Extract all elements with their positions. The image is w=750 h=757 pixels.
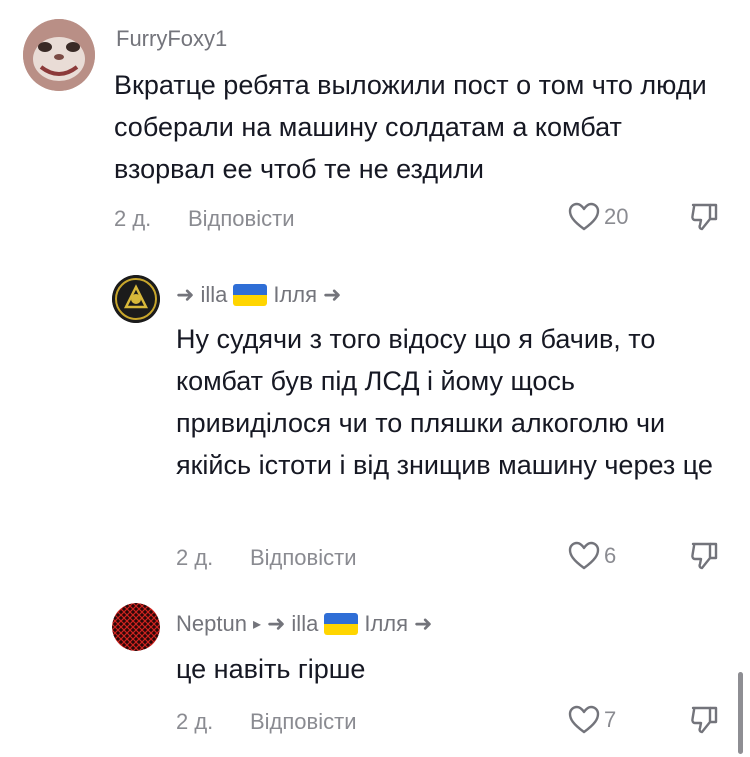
reply-to-display-name: Ілля (364, 611, 409, 636)
scrollbar[interactable] (738, 672, 743, 754)
thumbs-down-outline-icon (691, 203, 718, 231)
heart-outline-icon (568, 541, 600, 570)
thumbs-down-outline-icon (691, 542, 718, 570)
like-button[interactable]: 6 (568, 541, 616, 571)
comment-date: 2 д. (114, 206, 152, 231)
reply-button[interactable]: Відповісти (188, 206, 295, 232)
dislike-button[interactable] (689, 705, 719, 740)
username-text[interactable]: Neptun (176, 611, 247, 637)
like-count: 6 (604, 543, 617, 568)
comment-text: Ну судячи з того відосу що я бачив, то к… (176, 324, 713, 480)
arrow-icon: ➜ (266, 611, 286, 636)
avatar-furryfoxy1[interactable] (23, 19, 95, 91)
comment-username[interactable]: Neptun ▸ ➜ illa Ілля ➜ (176, 611, 432, 637)
like-button[interactable]: 20 (568, 202, 628, 232)
comment-meta: 2 д. Відповісти (114, 206, 295, 232)
display-name: Ілля (273, 282, 318, 307)
like-count: 20 (604, 204, 629, 229)
arrow-icon: ➜ (323, 282, 342, 307)
comment-date: 2 д. (176, 709, 214, 734)
comment-date: 2 д. (176, 545, 214, 570)
reply-to-triangle-icon: ▸ (252, 616, 261, 633)
reply-button[interactable]: Відповісти (250, 545, 357, 571)
comment-meta: 2 д. Відповісти (176, 709, 357, 735)
comment-text: Вкратце ребята выложили пост о том что л… (114, 70, 707, 184)
heart-outline-icon (568, 705, 600, 734)
heart-outline-icon (568, 202, 600, 231)
reply-to-username[interactable]: illa (291, 611, 318, 637)
reply-button[interactable]: Відповісти (250, 709, 357, 735)
dislike-button[interactable] (689, 202, 719, 237)
like-count: 7 (604, 707, 617, 732)
avatar-illa[interactable] (112, 275, 160, 323)
comment-meta: 2 д. Відповісти (176, 545, 357, 571)
like-button[interactable]: 7 (568, 705, 616, 735)
comment-username[interactable]: ➜ illa Ілля ➜ (176, 282, 341, 308)
comment-text: це навіть гірше (176, 654, 366, 684)
dislike-button[interactable] (689, 541, 719, 576)
username-text[interactable]: illa (200, 282, 227, 308)
comment-username[interactable]: FurryFoxy1 (116, 26, 227, 52)
username-text[interactable]: FurryFoxy1 (116, 26, 227, 52)
arrow-icon: ➜ (176, 282, 195, 307)
ukraine-flag-icon (233, 284, 268, 306)
avatar-neptun[interactable] (112, 603, 160, 651)
thumbs-down-outline-icon (691, 706, 718, 734)
ukraine-flag-icon (324, 613, 359, 635)
arrow-icon: ➜ (414, 611, 433, 636)
